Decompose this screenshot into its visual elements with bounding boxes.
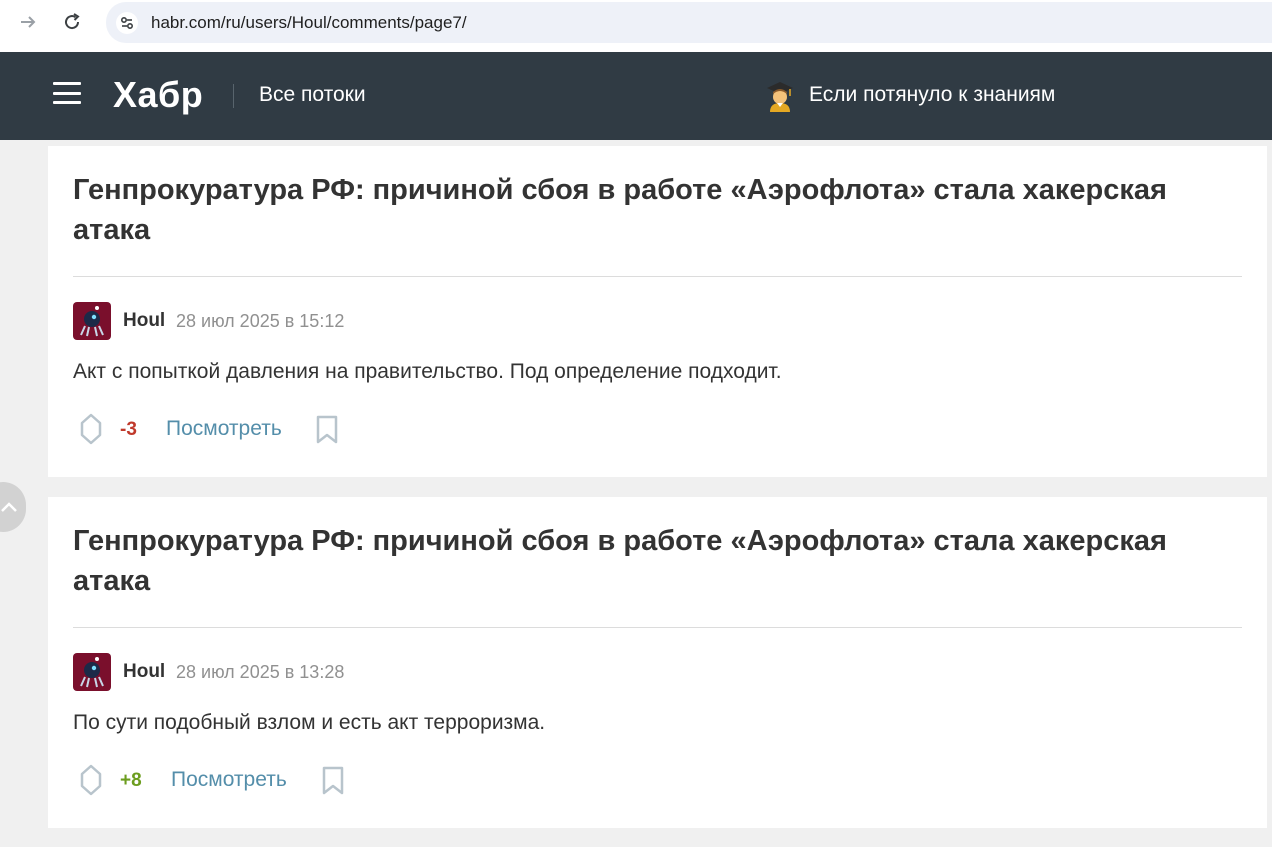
comment-score: +8: [120, 770, 142, 791]
avatar-image: [73, 653, 111, 691]
site-settings-icon[interactable]: [116, 12, 138, 34]
promo-link[interactable]: Если потянуло к знаниям: [809, 83, 1055, 107]
comment-card: Генпрокуратура РФ: причиной сбоя в работ…: [48, 497, 1267, 828]
scroll-up-button[interactable]: [0, 482, 26, 532]
comment-text: Акт с попыткой давления на правительство…: [73, 360, 782, 383]
menu-icon[interactable]: [53, 82, 81, 104]
comment-card: Генпрокуратура РФ: причиной сбоя в работ…: [48, 146, 1267, 477]
bookmark-icon[interactable]: [321, 766, 345, 796]
card-divider: [73, 627, 1242, 628]
vote-icon[interactable]: [80, 764, 102, 796]
header-divider: [233, 84, 234, 108]
comment-score: -3: [120, 419, 137, 440]
view-comment-link[interactable]: Посмотреть: [171, 768, 287, 792]
article-title-link[interactable]: Генпрокуратура РФ: причиной сбоя в работ…: [73, 170, 1233, 250]
graduate-icon: [767, 82, 793, 112]
view-comment-link[interactable]: Посмотреть: [166, 417, 282, 441]
comment-author-link[interactable]: Houl: [123, 661, 165, 683]
comment-text: По сути подобный взлом и есть акт террор…: [73, 711, 546, 734]
article-title-link[interactable]: Генпрокуратура РФ: причиной сбоя в работ…: [73, 521, 1233, 601]
all-streams-link[interactable]: Все потоки: [259, 83, 366, 107]
reload-button[interactable]: [60, 10, 84, 34]
arrow-right-icon: [21, 16, 36, 28]
avatar-image: [73, 302, 111, 340]
url-text[interactable]: habr.com/ru/users/Houl/comments/page7/: [151, 13, 467, 33]
address-bar[interactable]: habr.com/ru/users/Houl/comments/page7/: [106, 2, 1272, 43]
comment-author-link[interactable]: Houl: [123, 310, 165, 332]
site-header: Хабр Все потоки Если потянуло к знаниям: [0, 52, 1272, 140]
card-divider: [73, 276, 1242, 277]
comment-date-link[interactable]: 28 июл 2025 в 15:12: [176, 311, 344, 332]
browser-toolbar: habr.com/ru/users/Houl/comments/page7/: [0, 0, 1272, 52]
vote-icon[interactable]: [80, 413, 102, 445]
avatar[interactable]: [73, 653, 111, 691]
site-logo[interactable]: Хабр: [113, 74, 203, 116]
forward-button[interactable]: [16, 10, 40, 34]
bookmark-icon[interactable]: [315, 415, 339, 445]
reload-icon: [65, 13, 80, 30]
chevron-up-icon: [1, 502, 17, 512]
avatar[interactable]: [73, 302, 111, 340]
comment-date-link[interactable]: 28 июл 2025 в 13:28: [176, 662, 344, 683]
